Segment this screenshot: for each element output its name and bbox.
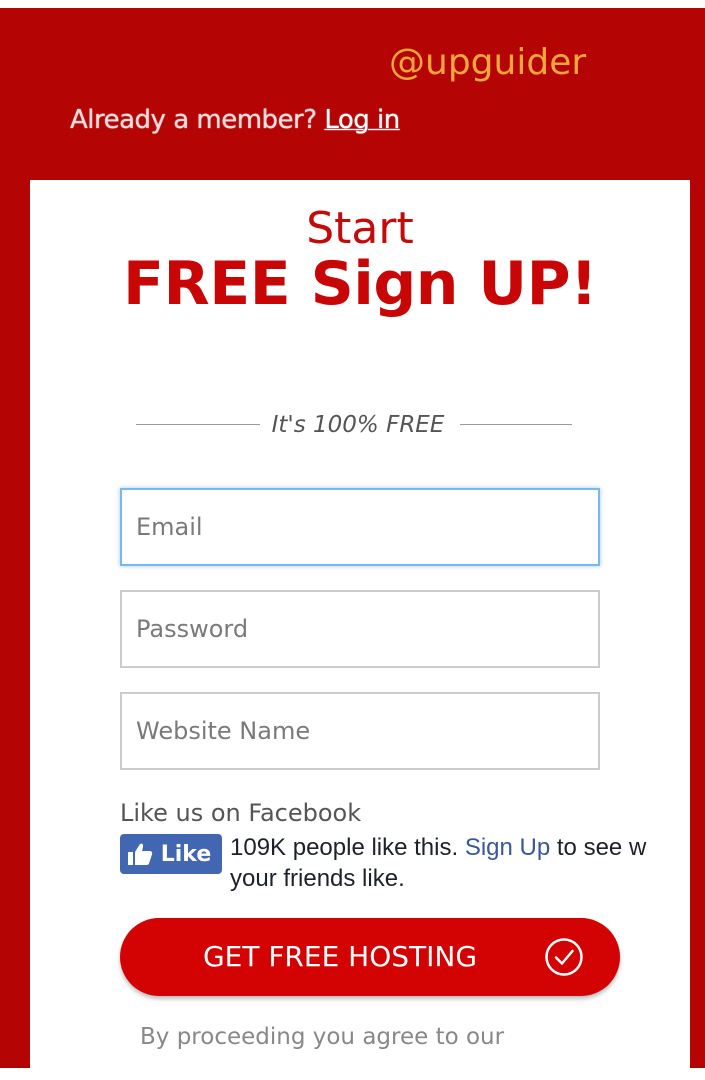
thumbs-up-icon (127, 842, 153, 866)
facebook-count-text: 109K people like this. (230, 834, 459, 861)
terms-text: By proceeding you agree to our (140, 1024, 505, 1050)
cta-label: GET FREE HOSTING (202, 940, 478, 973)
email-field[interactable] (120, 488, 600, 566)
check-circle-icon (545, 938, 583, 976)
signup-headline: FREE Sign UP! (123, 249, 597, 319)
get-free-hosting-button[interactable]: GET FREE HOSTING (120, 918, 620, 996)
login-link[interactable]: Log in (324, 105, 400, 135)
facebook-after-text: to see w (556, 834, 647, 861)
facebook-signup-link[interactable]: Sign Up (465, 834, 550, 861)
member-prompt: Already a member? Log in (70, 100, 400, 140)
website-name-field[interactable] (120, 692, 600, 770)
free-note: It's 100% FREE (271, 412, 445, 438)
facebook-like-button[interactable]: Like (120, 834, 222, 874)
divider-left (136, 424, 260, 425)
password-field[interactable] (120, 590, 600, 668)
facebook-like-label: Like (160, 841, 212, 867)
facebook-friends-text: your friends like. (230, 865, 405, 892)
facebook-like-count: 109K people like this. Sign Up to see w … (230, 832, 650, 894)
watermark-text: @upguider (389, 42, 587, 83)
divider-right (460, 424, 572, 425)
member-prompt-text: Already a member? (70, 105, 317, 135)
facebook-title: Like us on Facebook (120, 799, 362, 827)
